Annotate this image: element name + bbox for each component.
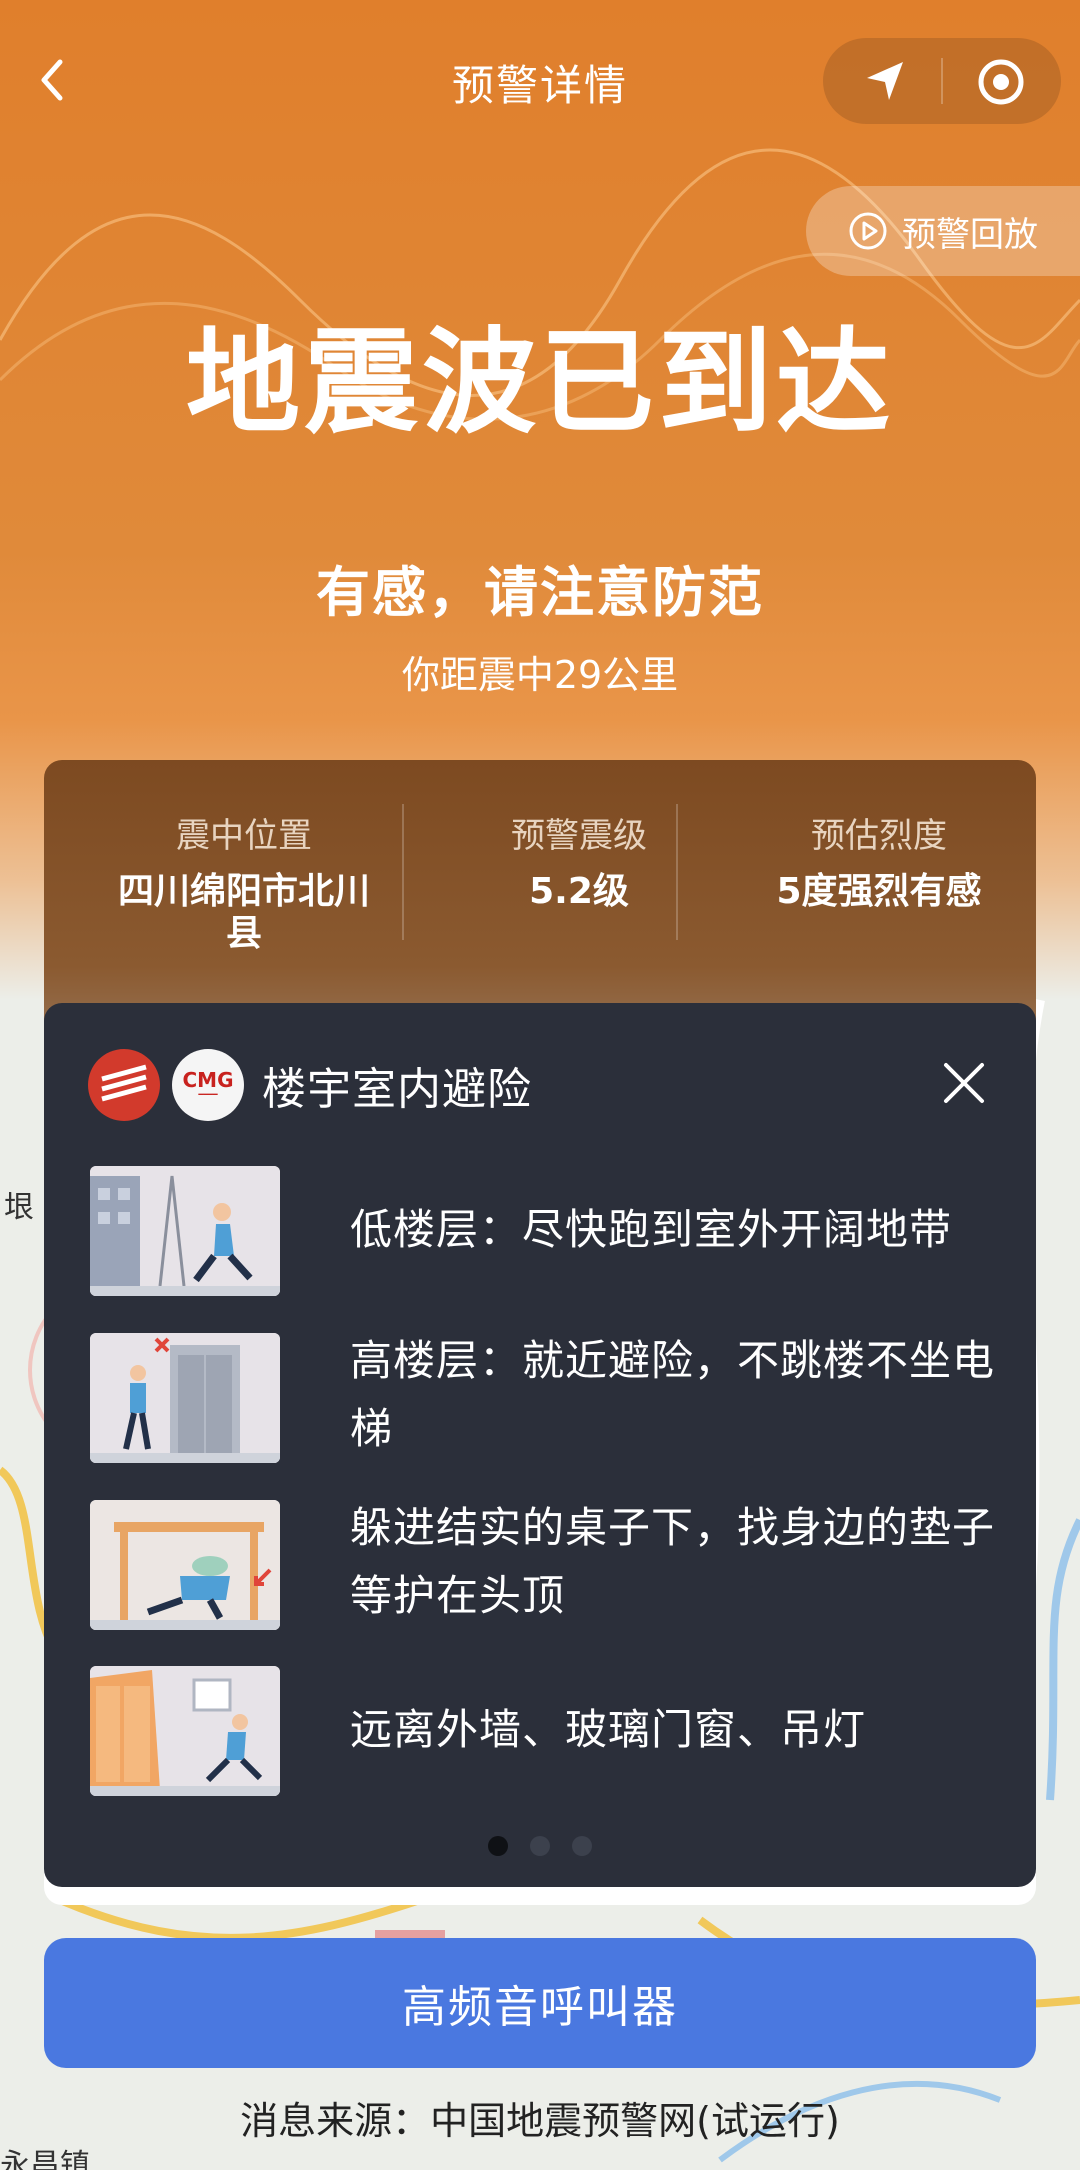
- safety-tip-item: 高楼层：就近避险，不跳楼不坐电梯: [90, 1333, 994, 1463]
- info-divider: [676, 804, 678, 940]
- cmg-logo-text: CMG: [182, 1068, 234, 1092]
- location-arrow-icon[interactable]: [863, 58, 909, 104]
- close-icon[interactable]: [940, 1059, 988, 1107]
- epicenter-label: 震中位置: [176, 816, 312, 856]
- miniapp-capsule: [823, 38, 1061, 124]
- safety-tip-item: 躲进结实的桌子下，找身边的垫子等护在头顶: [90, 1500, 994, 1630]
- safety-tip-text: 低楼层：尽快跑到室外开阔地带: [350, 1205, 953, 1254]
- safety-tip-text: 远离外墙、玻璃门窗、吊灯: [350, 1705, 867, 1754]
- under-desk-illustration: [90, 1500, 280, 1630]
- siren-button-label: 高频音呼叫器: [402, 1982, 678, 2033]
- no-elevator-illustration: [90, 1333, 280, 1463]
- intensity-info: 预估烈度 5度强烈有感: [684, 808, 1074, 913]
- high-frequency-siren-button[interactable]: 高频音呼叫器: [44, 1938, 1036, 2068]
- popup-title: 楼宇室内避险: [262, 1064, 532, 1115]
- epicenter-value: 四川绵阳市北川县: [117, 871, 370, 954]
- page-dot[interactable]: [572, 1836, 592, 1856]
- epicenter-info: 震中位置 四川绵阳市北川县: [64, 808, 424, 955]
- run-outside-illustration: [90, 1166, 280, 1296]
- cmg-logo: CMG ━━━━: [172, 1049, 244, 1121]
- safety-tips-popup: CMG ━━━━ 楼宇室内避险 低楼层：尽快跑到室外开阔地带 高楼层：就近避险，…: [44, 1003, 1036, 1887]
- alert-replay-button[interactable]: 预警回放: [806, 186, 1080, 276]
- map-place-label: 垠: [4, 1190, 34, 1225]
- safety-tip-text: 躲进结实的桌子下，找身边的垫子等护在头顶: [350, 1503, 996, 1620]
- safety-tip-item: 远离外墙、玻璃门窗、吊灯: [90, 1666, 990, 1796]
- capsule-divider: [941, 58, 943, 104]
- page-dot[interactable]: [530, 1836, 550, 1856]
- intensity-label: 预估烈度: [811, 816, 947, 856]
- away-from-walls-illustration: [90, 1666, 280, 1796]
- play-circle-icon: [849, 212, 887, 250]
- page-indicator: [44, 1836, 1036, 1860]
- earthquake-agency-logo: [88, 1049, 160, 1121]
- safety-tip-item: 低楼层：尽快跑到室外开阔地带: [90, 1166, 990, 1296]
- info-source: 消息来源：中国地震预警网(试运行): [240, 2099, 840, 2143]
- intensity-value: 5度强烈有感: [776, 871, 982, 912]
- target-icon[interactable]: [977, 58, 1025, 106]
- epicenter-distance: 你距震中29公里: [401, 653, 679, 697]
- alert-replay-label: 预警回放: [902, 214, 1038, 255]
- popup-header: CMG ━━━━ 楼宇室内避险: [88, 1047, 532, 1123]
- alert-subline: 有感，请注意防范: [316, 561, 764, 624]
- safety-tip-text: 高楼层：就近避险，不跳楼不坐电梯: [350, 1336, 996, 1453]
- alert-headline: 地震波已到达: [185, 316, 894, 449]
- page-dot[interactable]: [488, 1836, 508, 1856]
